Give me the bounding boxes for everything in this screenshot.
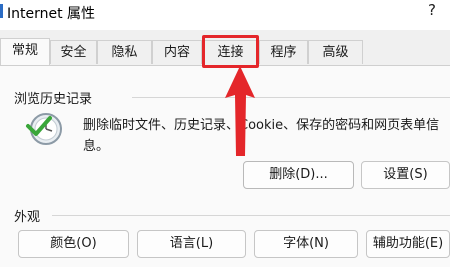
appearance-heading: 外观 — [14, 206, 47, 225]
connections-tab-highlight — [202, 35, 259, 68]
title-bar: Internet 属性 ? — [0, 0, 450, 30]
tab-advanced[interactable]: 高级 — [308, 40, 363, 64]
history-settings-button[interactable]: 设置(S) — [361, 161, 450, 189]
tab-security[interactable]: 安全 — [50, 40, 97, 64]
accessibility-button[interactable]: 辅助功能(E) — [366, 230, 450, 258]
delete-history-button[interactable]: 删除(D)... — [243, 161, 354, 189]
history-clock-icon — [24, 110, 68, 152]
window-title: Internet 属性 — [7, 6, 96, 22]
languages-button[interactable]: 语言(L) — [137, 230, 246, 258]
tab-general[interactable]: 常规 — [0, 38, 50, 66]
history-description: 删除临时文件、历史记录、Cookie、保存的密码和网页表单信息。 — [83, 118, 440, 154]
colors-button[interactable]: 颜色(O) — [18, 230, 129, 258]
history-heading: 浏览历史记录 — [14, 88, 99, 107]
app-icon — [0, 4, 3, 18]
fonts-button[interactable]: 字体(N) — [254, 230, 358, 258]
history-group-line — [132, 97, 450, 98]
appearance-group-line — [52, 215, 450, 216]
tab-privacy[interactable]: 隐私 — [97, 40, 152, 64]
pointer-arrow-icon — [222, 66, 258, 160]
help-button[interactable]: ? — [428, 1, 436, 19]
tab-programs[interactable]: 程序 — [259, 40, 308, 64]
tab-content[interactable]: 内容 — [152, 40, 202, 64]
